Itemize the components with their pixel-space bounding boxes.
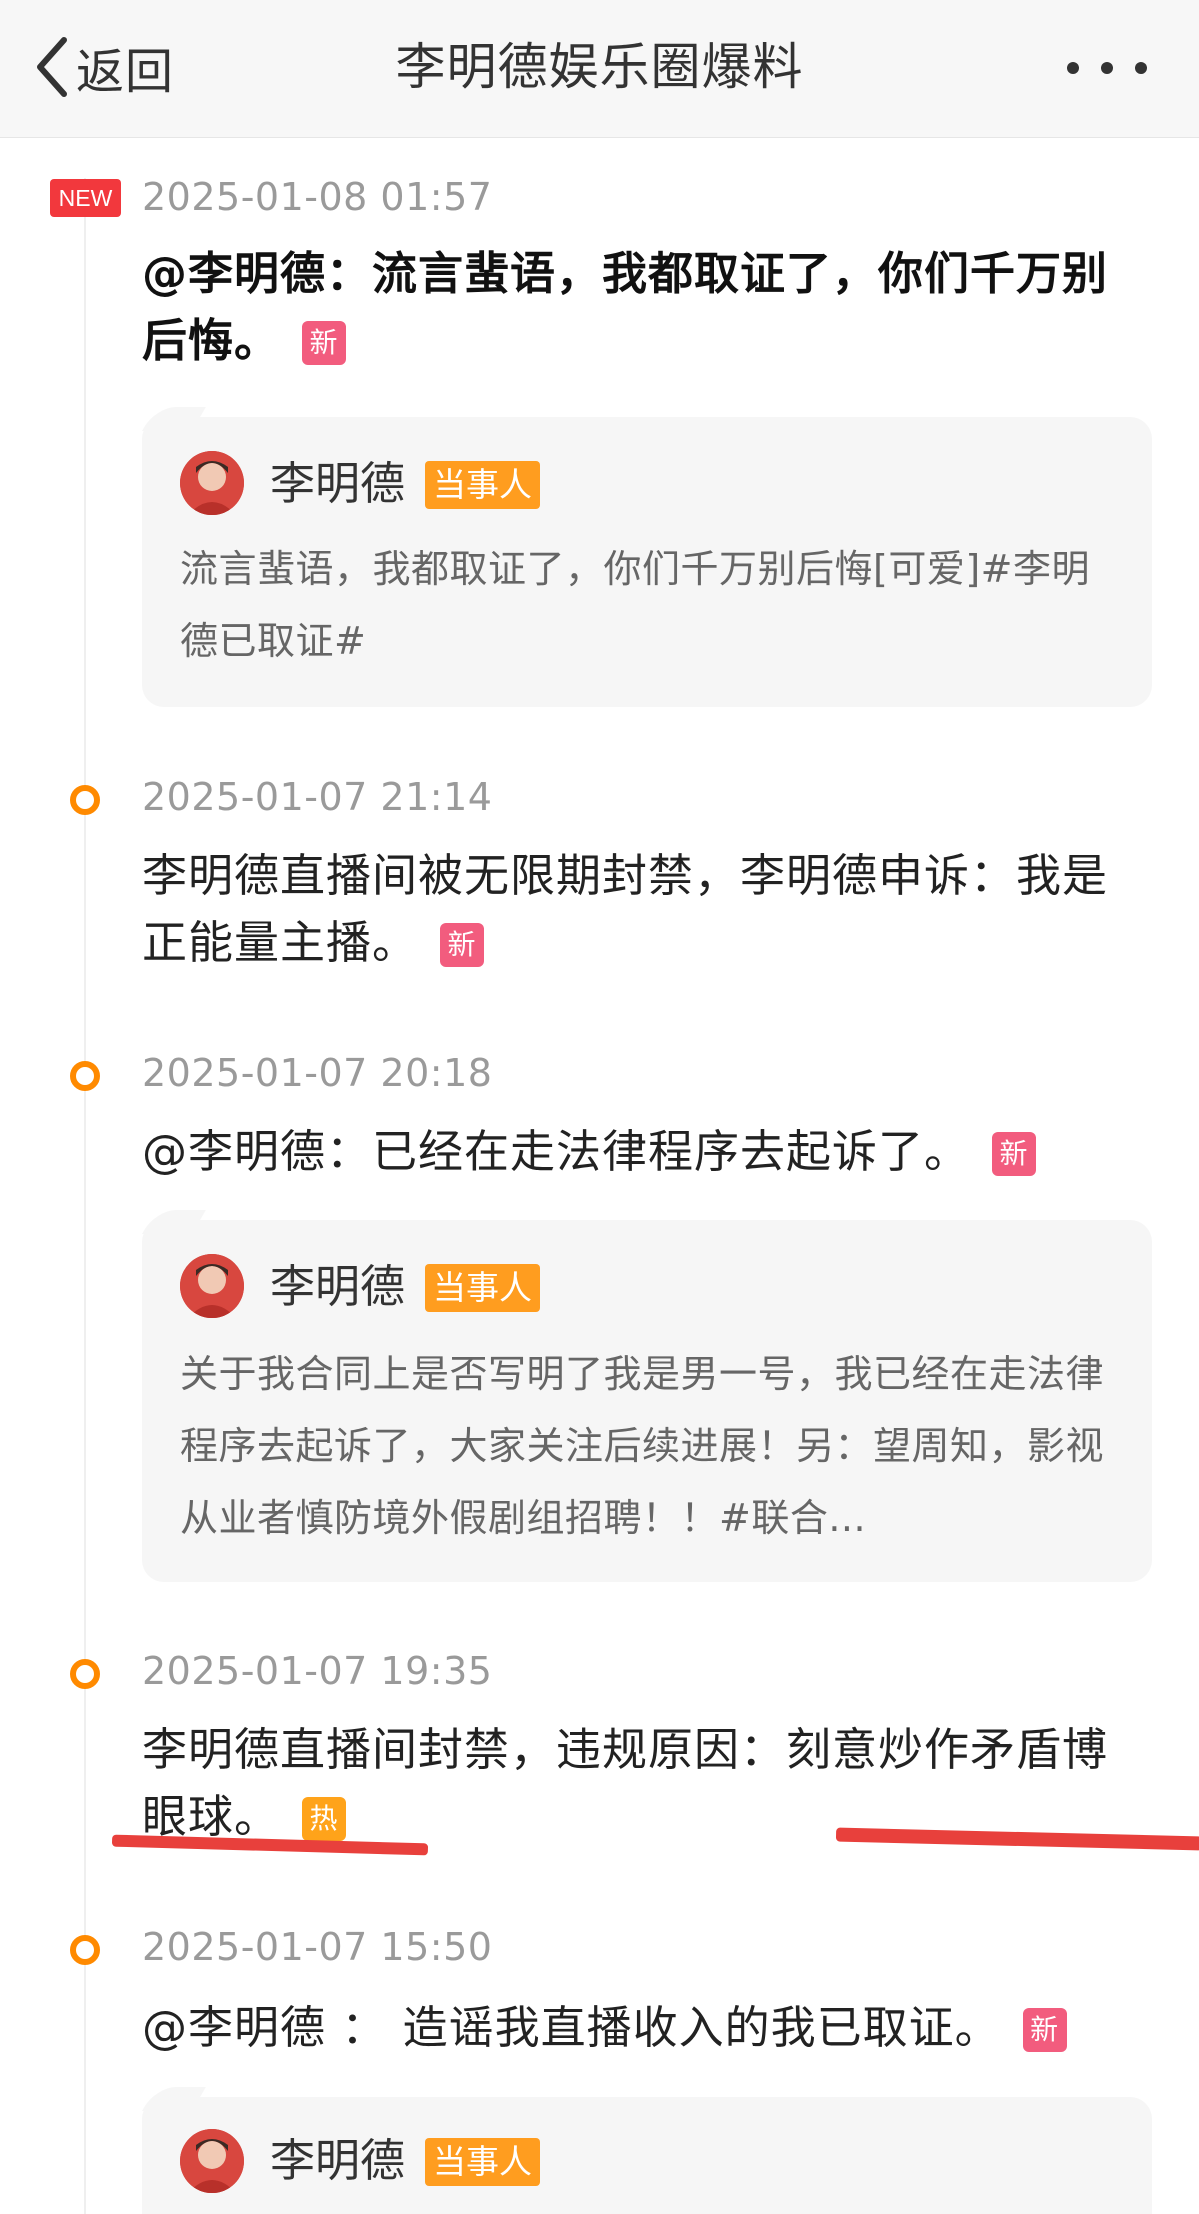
quote-author-name[interactable]: 李明德: [270, 1258, 405, 1316]
quote-card[interactable]: 李明德 当事人: [142, 2087, 1152, 2214]
avatar[interactable]: [180, 1254, 244, 1318]
avatar[interactable]: [180, 2129, 244, 2193]
new-tag: 新: [302, 321, 347, 365]
role-badge: 当事人: [425, 2138, 540, 2186]
quote-text: 流言蜚语，我都取证了，你们千万别后悔[可爱]#李明德已取证#: [180, 547, 1090, 663]
headline-text: @李明德：流言蜚语，我都取证了，你们千万别后悔。: [142, 247, 1109, 367]
timestamp: 2025-01-07 20:18: [142, 1051, 493, 1095]
new-tag: 新: [1022, 2008, 1067, 2052]
headline-text: @李明德 ： 造谣我直播收入的我已取证。: [142, 2001, 1001, 2054]
new-tag: 新: [992, 1132, 1037, 1176]
quote-tail: [142, 407, 206, 431]
page: 返回 李明德娱乐圈爆料 NEW 2025-01-08 01:57 @李明德：流言…: [0, 0, 1199, 2214]
headline[interactable]: 李明德直播间被无限期封禁，李明德申诉：我是正能量主播。新: [142, 842, 1142, 976]
navbar: 返回 李明德娱乐圈爆料: [0, 0, 1199, 138]
headline-text: @李明德：已经在走法律程序去起诉了。: [142, 1125, 971, 1178]
hot-tag: 热: [302, 1797, 347, 1841]
headline-text: 李明德直播间被无限期封禁，李明德申诉：我是正能量主播。: [142, 849, 1109, 969]
new-badge: NEW: [50, 179, 121, 217]
avatar-image: [180, 451, 244, 515]
more-dots-icon[interactable]: [1067, 58, 1147, 78]
page-title: 李明德娱乐圈爆料: [395, 38, 804, 96]
headline[interactable]: @李明德 ： 造谣我直播收入的我已取证。新: [142, 1994, 1142, 2061]
timestamp: 2025-01-07 15:50: [142, 1925, 493, 1969]
timeline-dot: [70, 1659, 100, 1689]
quote-author-name[interactable]: 李明德: [270, 455, 405, 513]
quote-tail: [142, 1210, 206, 1234]
timestamp: 2025-01-07 21:14: [142, 775, 493, 819]
timeline-dot: [70, 785, 100, 815]
avatar-image: [180, 2129, 244, 2193]
quote-author-name[interactable]: 李明德: [270, 2132, 405, 2190]
avatar[interactable]: [180, 451, 244, 515]
headline-text: 李明德直播间封禁，违规原因：刻意炒作矛盾博眼球。: [142, 1723, 1109, 1843]
timestamp: 2025-01-08 01:57: [142, 175, 493, 219]
new-tag: 新: [440, 923, 485, 967]
quote-card[interactable]: 李明德 当事人 流言蜚语，我都取证了，你们千万别后悔[可爱]#李明德已取证#: [142, 407, 1152, 707]
quote-text: 关于我合同上是否写明了我是男一号，我已经在走法律程序去起诉了，大家关注后续进展！…: [180, 1352, 1105, 1540]
avatar-image: [180, 1254, 244, 1318]
quote-tail: [142, 2087, 206, 2111]
timeline-dot: [70, 1061, 100, 1091]
headline[interactable]: @李明德：已经在走法律程序去起诉了。新: [142, 1118, 1142, 1185]
timeline-line: [84, 178, 86, 2214]
role-badge: 当事人: [425, 1264, 540, 1312]
quote-card[interactable]: 李明德 当事人 关于我合同上是否写明了我是男一号，我已经在走法律程序去起诉了，大…: [142, 1210, 1152, 1582]
headline[interactable]: @李明德：流言蜚语，我都取证了，你们千万别后悔。新: [142, 240, 1142, 374]
timeline-dot: [70, 1935, 100, 1965]
headline[interactable]: 李明德直播间封禁，违规原因：刻意炒作矛盾博眼球。热: [142, 1716, 1142, 1850]
role-badge: 当事人: [425, 461, 540, 509]
timestamp: 2025-01-07 19:35: [142, 1649, 493, 1693]
